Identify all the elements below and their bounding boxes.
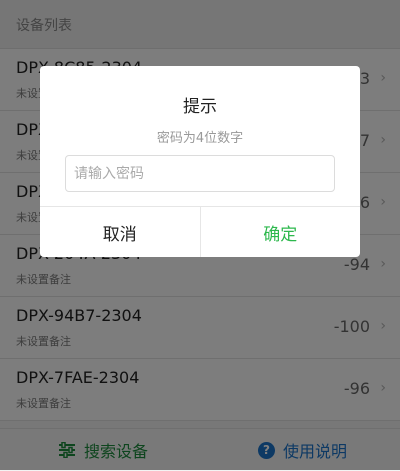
cancel-button[interactable]: 取消: [40, 207, 200, 257]
dialog-message: 密码为4位数字: [156, 131, 244, 146]
dialog-title: 提示: [183, 97, 217, 117]
confirm-button[interactable]: 确定: [199, 207, 361, 257]
dialog-actions: 取消 确定: [40, 206, 360, 257]
password-input[interactable]: [65, 155, 335, 192]
password-dialog: 提示 密码为4位数字 取消 确定: [40, 66, 360, 257]
